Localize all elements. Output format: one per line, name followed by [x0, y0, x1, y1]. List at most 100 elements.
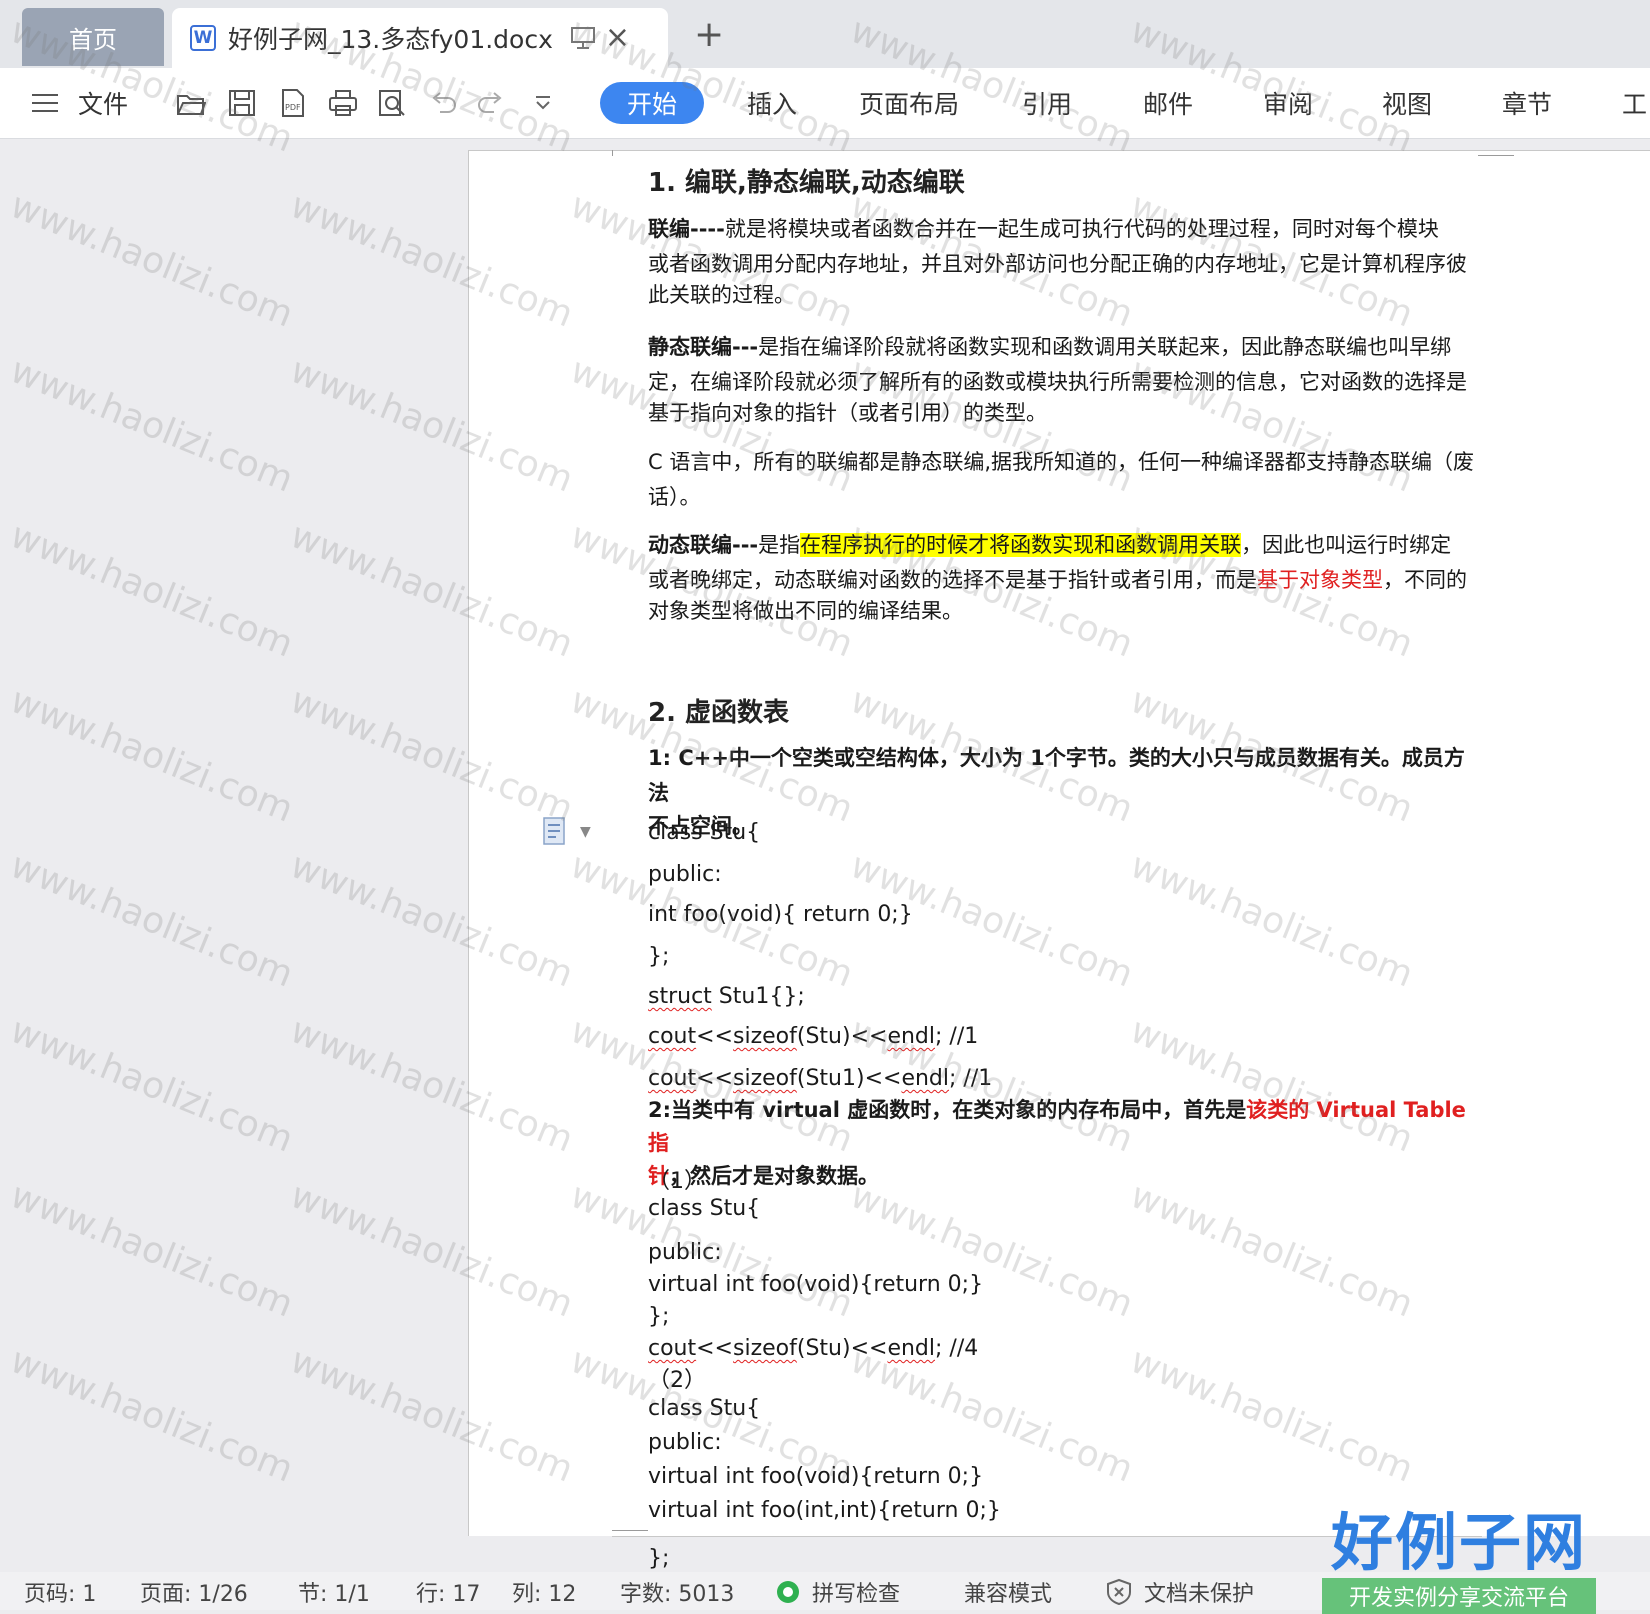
watermark: www.haolizi.com — [4, 515, 299, 666]
spelling-error[interactable]: sizeof — [733, 1336, 797, 1361]
monitor-icon[interactable] — [570, 27, 595, 49]
spelling-error[interactable]: endl — [887, 1336, 935, 1361]
spelling-error[interactable]: cout — [648, 1024, 696, 1049]
tab-section[interactable]: 章节 — [1502, 68, 1552, 138]
tab-tools[interactable]: 工 — [1622, 68, 1647, 138]
code-line: class Stu{ — [648, 820, 761, 845]
code-line: public: — [648, 1430, 722, 1455]
text-line: ，因此也叫运行时绑定 — [1241, 533, 1452, 557]
close-icon[interactable]: × — [605, 23, 630, 53]
text-line: 是指在编译阶段就将函数实现和函数调用关联起来，因此静态联编也叫早绑 — [758, 335, 1452, 359]
text-line: 此关联的过程。 — [648, 283, 795, 307]
text-line: 就是将模块或者函数合并在一起生成可执行代码的处理过程，同时对每个模块 — [724, 217, 1439, 241]
spelling-error[interactable]: endl — [901, 1066, 949, 1091]
status-word-count[interactable]: 字数: 5013 — [620, 1576, 734, 1608]
watermark: www.haolizi.com — [4, 845, 299, 996]
tab-view[interactable]: 视图 — [1382, 68, 1432, 138]
code-line: public: — [648, 1240, 722, 1265]
code-line: class Stu{ — [648, 1396, 761, 1421]
text-line: 话）。 — [648, 485, 701, 509]
hamburger-menu-icon[interactable] — [30, 88, 60, 118]
text-line: 基于指向对象的指针（或者引用）的类型。 — [648, 401, 1047, 425]
print-icon[interactable] — [328, 88, 358, 118]
site-logo: 好例子网 开发实例分享交流平台 — [1322, 1492, 1596, 1614]
crop-mark — [612, 150, 613, 156]
save-icon[interactable] — [227, 88, 257, 118]
chevron-down-icon[interactable] — [528, 88, 558, 118]
code-line: class Stu{ — [648, 1196, 761, 1221]
text-line: 不占空间。 — [648, 814, 753, 838]
status-column[interactable]: 列: 12 — [512, 1576, 576, 1608]
text-line: 或者函数调用分配内存地址，并且对外部访问也分配正确的内存地址，它是计算机程序彼 — [648, 252, 1467, 276]
new-tab-plus-icon[interactable]: + — [694, 14, 724, 55]
spelling-error[interactable]: sizeof — [733, 1024, 797, 1049]
status-section[interactable]: 节: 1/1 — [298, 1576, 370, 1608]
status-page-number[interactable]: 页码: 1 — [24, 1576, 96, 1608]
text-line: 2:当类中有 virtual 虚函数时，在类对象的内存布局中，首先是 — [648, 1098, 1247, 1122]
print-preview-icon[interactable] — [377, 88, 407, 118]
highlighted-text: 在程序执行的时候才将函数实现和函数调用关联 — [800, 533, 1242, 557]
tab-review[interactable]: 审阅 — [1263, 68, 1313, 138]
paragraph-linkage: 联编----就是将模块或者函数合并在一起生成可执行代码的处理过程，同时对每个模块… — [648, 212, 1480, 313]
code-line: virtual int foo(void){return 0;} — [648, 1464, 984, 1489]
code-line: cout<<sizeof(Stu)<<endl; //1 — [648, 1024, 978, 1049]
spell-check-button[interactable]: 拼写检查 — [812, 1576, 900, 1608]
tab-document[interactable]: W 好例子网_13.多态fy01.docx × — [172, 8, 668, 68]
code-text: << — [696, 1066, 733, 1091]
code-line: virtual int foo(void){return 0;} — [648, 1272, 984, 1297]
file-menu[interactable]: 文件 — [78, 68, 128, 138]
status-line[interactable]: 行: 17 — [416, 1576, 480, 1608]
code-text: (Stu)<< — [796, 1336, 888, 1361]
term-static-linkage: 静态联编--- — [648, 335, 759, 359]
spelling-error[interactable]: cout — [648, 1066, 696, 1091]
watermark: www.haolizi.com — [4, 1340, 299, 1491]
code-line: cout<<sizeof(Stu)<<endl; //4 — [648, 1336, 978, 1361]
compat-mode[interactable]: 兼容模式 — [964, 1576, 1052, 1608]
spelling-error[interactable]: endl — [887, 1024, 935, 1049]
text-line: 对象类型将做出不同的编译结果。 — [648, 599, 963, 623]
spelling-error[interactable]: cout — [648, 1336, 696, 1361]
code-text: ; //1 — [949, 1066, 993, 1091]
redo-icon[interactable] — [476, 88, 506, 118]
tab-mail[interactable]: 邮件 — [1143, 68, 1193, 138]
paragraph-dynamic-linkage: 动态联编---是指在程序执行的时候才将函数实现和函数调用关联，因此也叫运行时绑定… — [648, 528, 1480, 629]
code-line: }; — [648, 1546, 670, 1571]
document-tab-title: 好例子网_13.多态fy01.docx — [228, 25, 553, 54]
code-line: int foo(void){ return 0;} — [648, 902, 913, 927]
document-protection[interactable]: 文档未保护 — [1144, 1576, 1254, 1608]
code-line: public: — [648, 862, 722, 887]
term-linkage: 联编---- — [648, 217, 725, 241]
code-text: << — [696, 1024, 733, 1049]
watermark: www.haolizi.com — [4, 350, 299, 501]
tab-references[interactable]: 引用 — [1022, 68, 1072, 138]
spelling-error[interactable]: struct — [648, 984, 712, 1009]
tab-page-layout[interactable]: 页面布局 — [859, 68, 959, 138]
tab-start[interactable]: 开始 — [600, 82, 704, 124]
undo-icon[interactable] — [428, 88, 458, 118]
tab-bar: 首页 W 好例子网_13.多态fy01.docx × + — [0, 0, 1650, 68]
caret-down-icon[interactable]: ▼ — [580, 824, 591, 840]
tab-home[interactable]: 首页 — [22, 8, 164, 66]
status-pages[interactable]: 页面: 1/26 — [140, 1576, 248, 1608]
code-line: virtual int foo(int,int){return 0;} — [648, 1498, 1001, 1523]
paragraph-virtual-table: 2:当类中有 virtual 虚函数时，在类对象的内存布局中，首先是该类的 Vi… — [648, 1094, 1480, 1193]
code-text: (Stu)<< — [796, 1024, 888, 1049]
export-pdf-icon[interactable]: PDF — [278, 88, 308, 118]
code-line: }; — [648, 944, 670, 969]
text-line: ，不同的 — [1383, 568, 1467, 592]
word-doc-icon: W — [190, 25, 216, 51]
logo-title: 好例子网 — [1330, 1506, 1587, 1579]
watermark: www.haolizi.com — [4, 1175, 299, 1326]
code-text: ; //4 — [935, 1336, 979, 1361]
open-folder-icon[interactable] — [176, 88, 206, 118]
red-text: 基于对象类型 — [1257, 568, 1383, 592]
paragraph-format-icon[interactable] — [542, 816, 568, 846]
crop-mark — [612, 1530, 648, 1531]
code-line: struct Stu1{}; — [648, 984, 805, 1009]
sub-heading: （2） — [648, 1368, 706, 1393]
spelling-error[interactable]: sizeof — [733, 1066, 797, 1091]
watermark: www.haolizi.com — [4, 1010, 299, 1161]
term-dynamic-linkage: 动态联编--- — [648, 533, 759, 557]
tab-insert[interactable]: 插入 — [747, 68, 797, 138]
code-text: ; //1 — [935, 1024, 979, 1049]
